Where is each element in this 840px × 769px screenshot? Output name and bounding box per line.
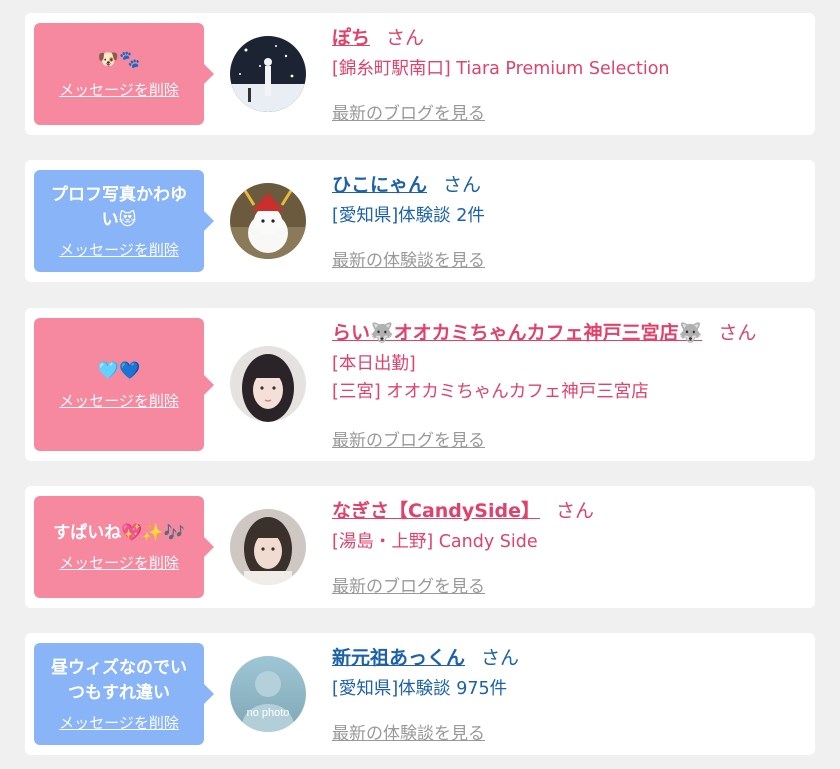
message-text: 昼ウィズなのでいつもすれ違い (51, 657, 187, 703)
avatar-image (230, 36, 306, 112)
latest-blog-link[interactable]: 最新のブログを見る (332, 426, 485, 451)
honorific: さん (555, 500, 594, 522)
honorific: さん (443, 174, 482, 196)
message-bubble: すぱいね💖✨🎶 メッセージを削除 (34, 496, 214, 598)
delete-message-link[interactable]: メッセージを削除 (59, 79, 179, 100)
avatar-image: no photo (230, 656, 306, 732)
list-item: すぱいね💖✨🎶 メッセージを削除 なぎさ【CandySide】 さん [湯島・上野… (25, 486, 815, 608)
no-photo-label: no photo (247, 707, 290, 719)
honorific: さん (386, 27, 425, 49)
latest-blog-link[interactable]: 最新のブログを見る (332, 572, 485, 597)
attendance-status: [本日出勤] (332, 354, 416, 374)
message-bubble: 昼ウィズなのでいつもすれ違い メッセージを削除 (34, 643, 214, 745)
message-bubble: プロフ写真かわゆい😻 メッセージを削除 (34, 170, 214, 272)
avatar[interactable] (230, 36, 306, 112)
list-item: 🐶🐾 メッセージを削除 ぽち さん [錦糸町駅南口] Tiara Premium … (25, 13, 815, 135)
item-info: ひこにゃん さん [愛知県]体験談 2件 (332, 172, 805, 228)
user-name-link[interactable]: らい🐺オオカミちゃんカフェ神戸三宮店🐺 (332, 322, 702, 344)
item-info: 新元祖あっくん さん [愛知県]体験談 975件 (332, 645, 805, 701)
user-name-link[interactable]: ひこにゃん (332, 174, 427, 196)
delete-message-link[interactable]: メッセージを削除 (59, 239, 179, 260)
avatar[interactable]: no photo (230, 656, 306, 732)
avatar[interactable] (230, 509, 306, 585)
message-text: 🐶🐾 (97, 50, 141, 70)
list-item: 🩵💙 メッセージを削除 らい🐺オオカミちゃんカフェ神戸三宮店🐺 さん [本日出勤]… (25, 308, 815, 461)
user-name-link[interactable]: なぎさ【CandySide】 (332, 500, 540, 522)
message-list: 🐶🐾 メッセージを削除 ぽち さん [錦糸町駅南口] Tiara Premium … (0, 0, 840, 769)
delete-message-link[interactable]: メッセージを削除 (59, 390, 179, 411)
user-name-link[interactable]: ぽち (332, 27, 370, 49)
message-bubble: 🐶🐾 メッセージを削除 (34, 23, 214, 125)
review-count: [愛知県]体験談 2件 (332, 206, 485, 226)
honorific: さん (718, 322, 757, 344)
shop-info: [湯島・上野] Candy Side (332, 532, 538, 552)
review-count: [愛知県]体験談 975件 (332, 679, 508, 699)
latest-review-link[interactable]: 最新の体験談を見る (332, 246, 485, 271)
item-info: ぽち さん [錦糸町駅南口] Tiara Premium Selection (332, 25, 805, 81)
shop-info: [三宮] オオカミちゃんカフェ神戸三宮店 (332, 382, 649, 402)
item-info: なぎさ【CandySide】 さん [湯島・上野] Candy Side (332, 498, 805, 554)
message-text: プロフ写真かわゆい😻 (51, 184, 187, 230)
message-text: すぱいね💖✨🎶 (53, 523, 185, 543)
message-text: 🩵💙 (97, 360, 141, 381)
latest-blog-link[interactable]: 最新のブログを見る (332, 99, 485, 124)
shop-info: [錦糸町駅南口] Tiara Premium Selection (332, 59, 670, 79)
delete-message-link[interactable]: メッセージを削除 (59, 552, 179, 573)
message-bubble: 🩵💙 メッセージを削除 (34, 318, 214, 451)
user-name-link[interactable]: 新元祖あっくん (332, 647, 465, 669)
latest-review-link[interactable]: 最新の体験談を見る (332, 719, 485, 744)
honorific: さん (481, 647, 520, 669)
avatar-image (230, 509, 306, 585)
list-item: 昼ウィズなのでいつもすれ違い メッセージを削除 no photo 新元祖あっくん… (25, 633, 815, 755)
avatar-image (230, 183, 306, 259)
item-info: らい🐺オオカミちゃんカフェ神戸三宮店🐺 さん [本日出勤] [三宮] オオカミちゃ… (332, 320, 805, 404)
avatar[interactable] (230, 183, 306, 259)
delete-message-link[interactable]: メッセージを削除 (59, 712, 179, 733)
avatar[interactable] (230, 346, 306, 422)
list-item: プロフ写真かわゆい😻 メッセージを削除 ひこにゃん さん [愛知県]体験談 2件 … (25, 160, 815, 282)
avatar-image (230, 346, 306, 422)
